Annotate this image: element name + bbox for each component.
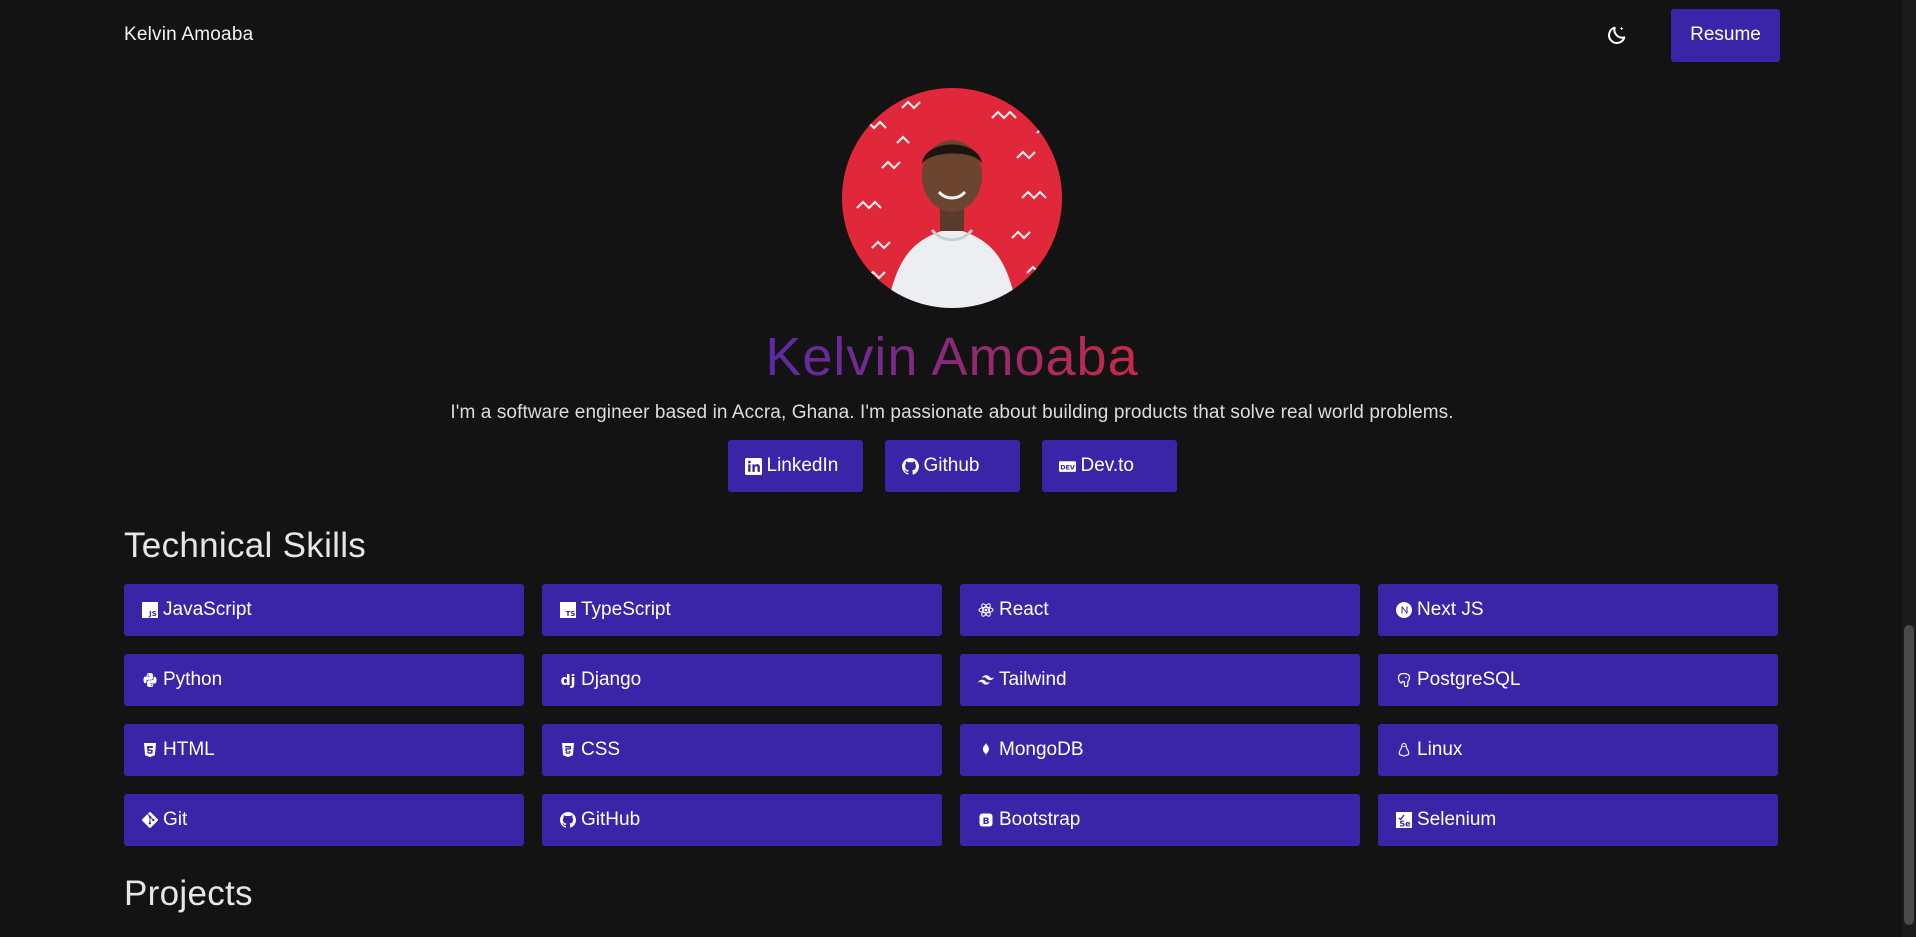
skill-postgresql[interactable]: PostgreSQL bbox=[1378, 654, 1778, 706]
skill-label: Bootstrap bbox=[999, 809, 1081, 830]
avatar bbox=[842, 88, 1062, 308]
skill-selenium[interactable]: Se Selenium bbox=[1378, 794, 1778, 846]
svg-text:JS: JS bbox=[148, 610, 157, 618]
skill-label: GitHub bbox=[581, 809, 641, 830]
skill-label: Next JS bbox=[1417, 599, 1484, 620]
moon-icon bbox=[1608, 26, 1626, 44]
skill-label: TypeScript bbox=[581, 599, 671, 620]
mongodb-icon bbox=[977, 741, 995, 759]
skill-linux[interactable]: Linux bbox=[1378, 724, 1778, 776]
skill-django[interactable]: dj Django bbox=[542, 654, 942, 706]
hero-bio: I'm a software engineer based in Accra, … bbox=[450, 402, 1454, 423]
skill-label: Django bbox=[581, 669, 642, 690]
linux-icon bbox=[1395, 741, 1413, 759]
brand-name[interactable]: Kelvin Amoaba bbox=[124, 24, 253, 46]
javascript-icon: JS bbox=[141, 601, 159, 619]
selenium-icon: Se bbox=[1395, 811, 1413, 829]
linkedin-label: LinkedIn bbox=[766, 455, 839, 476]
devto-label: Dev.to bbox=[1080, 455, 1135, 476]
skills-grid: JS JavaScript TS TypeScript React Next J… bbox=[124, 584, 1780, 846]
skill-tailwind[interactable]: Tailwind bbox=[960, 654, 1360, 706]
bootstrap-icon: B bbox=[977, 811, 995, 829]
skill-label: Selenium bbox=[1417, 809, 1497, 830]
skill-git[interactable]: Git bbox=[124, 794, 524, 846]
skills-title: Technical Skills bbox=[124, 526, 367, 565]
nextjs-icon bbox=[1395, 601, 1413, 619]
skill-label: Linux bbox=[1417, 739, 1463, 760]
top-navbar: Kelvin Amoaba Resume bbox=[124, 0, 1780, 70]
postgresql-icon bbox=[1395, 671, 1413, 689]
scrollbar-thumb[interactable] bbox=[1904, 625, 1914, 925]
page-scrollbar[interactable] bbox=[1902, 0, 1916, 937]
social-links: LinkedIn Github DEV Dev.to bbox=[727, 440, 1177, 492]
skill-mongodb[interactable]: MongoDB bbox=[960, 724, 1360, 776]
skill-react[interactable]: React bbox=[960, 584, 1360, 636]
skill-javascript[interactable]: JS JavaScript bbox=[124, 584, 524, 636]
skill-bootstrap[interactable]: B Bootstrap bbox=[960, 794, 1360, 846]
devto-icon: DEV bbox=[1058, 458, 1076, 475]
skill-python[interactable]: Python bbox=[124, 654, 524, 706]
skill-label: JavaScript bbox=[163, 599, 252, 620]
svg-text:DEV: DEV bbox=[1060, 463, 1075, 471]
svg-text:Se: Se bbox=[1399, 820, 1411, 829]
svg-text:dj: dj bbox=[561, 673, 576, 688]
skill-github[interactable]: GitHub bbox=[542, 794, 942, 846]
skill-label: Git bbox=[163, 809, 188, 830]
skill-typescript[interactable]: TS TypeScript bbox=[542, 584, 942, 636]
git-icon bbox=[141, 811, 159, 829]
skill-label: MongoDB bbox=[999, 739, 1084, 760]
skill-html[interactable]: HTML bbox=[124, 724, 524, 776]
django-icon: dj bbox=[559, 671, 577, 689]
devto-button[interactable]: DEV Dev.to bbox=[1041, 440, 1177, 492]
python-icon bbox=[141, 671, 159, 689]
skill-nextjs[interactable]: Next JS bbox=[1378, 584, 1778, 636]
theme-toggle-button[interactable] bbox=[1603, 21, 1631, 49]
typescript-icon: TS bbox=[559, 601, 577, 619]
skill-css[interactable]: CSS bbox=[542, 724, 942, 776]
projects-title: Projects bbox=[124, 874, 253, 913]
tailwind-icon bbox=[977, 671, 995, 689]
skill-label: Tailwind bbox=[999, 669, 1067, 690]
svg-text:B: B bbox=[983, 817, 990, 827]
hero-name: Kelvin Amoaba bbox=[765, 324, 1138, 390]
github-label: Github bbox=[923, 455, 980, 476]
html5-icon bbox=[141, 741, 159, 759]
skill-label: PostgreSQL bbox=[1417, 669, 1521, 690]
github-button[interactable]: Github bbox=[884, 440, 1020, 492]
page-container: Kelvin Amoaba Resume Kelvin Amoaba I'm a… bbox=[124, 0, 1780, 914]
linkedin-button[interactable]: LinkedIn bbox=[727, 440, 863, 492]
skill-label: CSS bbox=[581, 739, 621, 760]
skill-label: Python bbox=[163, 669, 223, 690]
skill-label: React bbox=[999, 599, 1049, 620]
svg-text:TS: TS bbox=[566, 610, 576, 618]
react-icon bbox=[977, 601, 995, 619]
github-icon bbox=[559, 811, 577, 829]
resume-button[interactable]: Resume bbox=[1671, 8, 1780, 62]
hero-section: Kelvin Amoaba I'm a software engineer ba… bbox=[124, 70, 1780, 492]
nav-actions: Resume bbox=[1603, 8, 1780, 62]
skill-label: HTML bbox=[163, 739, 215, 760]
profile-photo bbox=[842, 88, 1062, 308]
linkedin-icon bbox=[744, 457, 762, 475]
github-icon bbox=[901, 457, 919, 475]
css3-icon bbox=[559, 741, 577, 759]
